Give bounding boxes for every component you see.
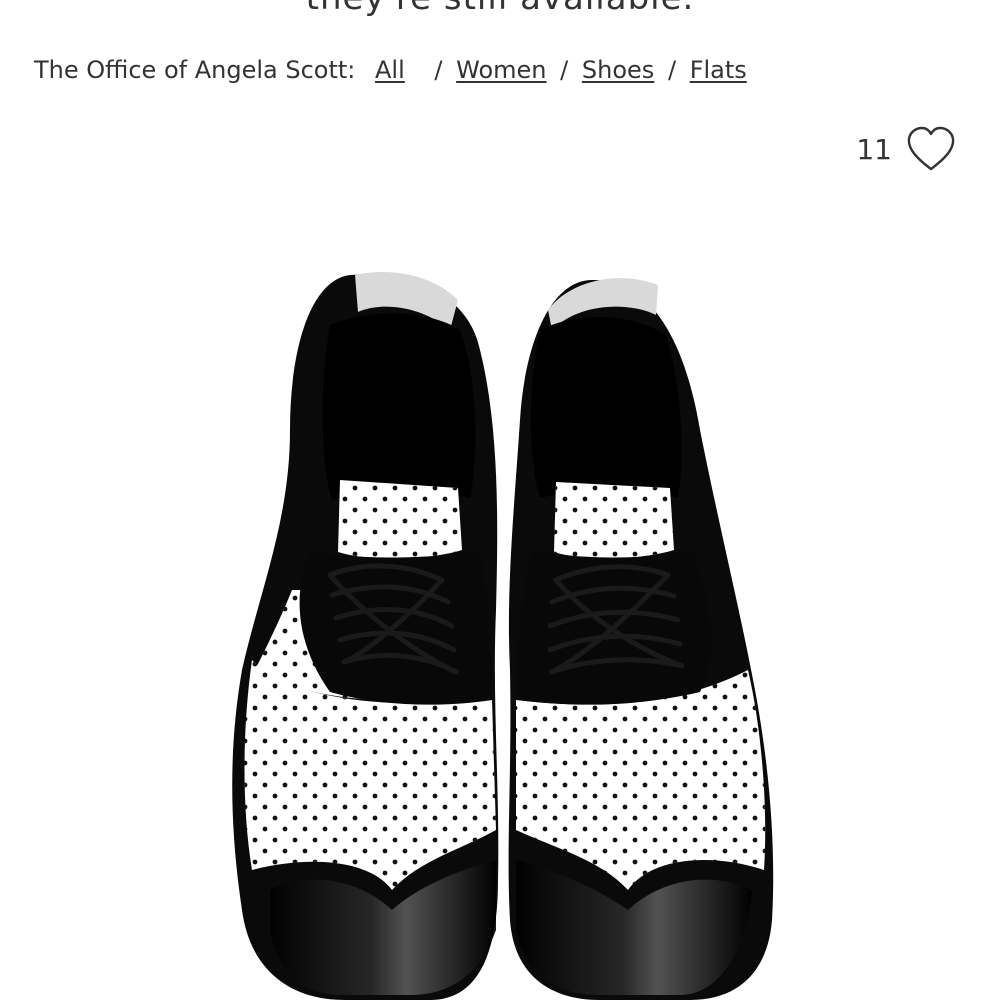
product-page: they're still available. The Office of A… xyxy=(0,0,1000,1000)
breadcrumb-separator: / xyxy=(667,56,677,84)
breadcrumb-link-shoes[interactable]: Shoes xyxy=(582,56,654,84)
breadcrumb: The Office of Angela Scott: All / Women … xyxy=(34,56,747,84)
left-shoe xyxy=(232,271,499,1000)
product-image[interactable] xyxy=(180,230,820,1000)
heart-outline-icon xyxy=(907,126,955,171)
breadcrumb-separator: / xyxy=(434,56,443,84)
breadcrumb-store-label: The Office of Angela Scott: xyxy=(34,56,356,84)
favorite-count: 11 xyxy=(856,132,892,166)
favorite-button[interactable]: 11 xyxy=(856,126,956,172)
breadcrumb-separator: / xyxy=(560,56,569,84)
availability-banner: they're still available. xyxy=(0,0,1000,18)
breadcrumb-link-all[interactable]: All xyxy=(375,56,405,84)
right-shoe xyxy=(508,278,774,1000)
breadcrumb-link-women[interactable]: Women xyxy=(456,56,546,84)
breadcrumb-link-flats[interactable]: Flats xyxy=(690,56,747,84)
